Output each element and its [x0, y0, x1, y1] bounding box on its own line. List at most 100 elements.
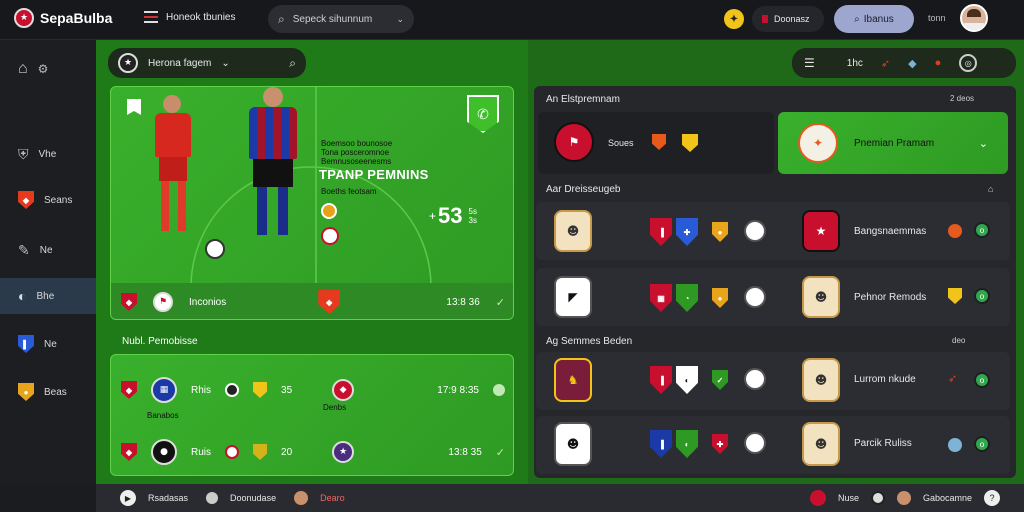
team-name: Ruis [191, 446, 212, 458]
primary-button[interactable]: ⌕ Ibanus [834, 5, 914, 33]
hero-subtitle-line: Boemsoo bounosoe [321, 139, 393, 148]
section-title: Aar Dreisseugeb [546, 184, 621, 195]
list-item[interactable]: ◆ ▦ Rhis 35 ◆ 17:9 8:35 [121, 373, 505, 407]
ball-icon [225, 383, 240, 397]
sidebar-item-ne-2[interactable]: ▌ Ne [0, 326, 96, 362]
hero-subtitle: Boemsoo bounosoe Tona posceromnoe Bemnus… [321, 139, 451, 166]
club-crest-icon: ★ [118, 53, 138, 73]
shield-icon [682, 134, 698, 152]
diamond-icon[interactable]: ◆ [908, 57, 916, 70]
nav-label: Honeok tbunies [166, 11, 236, 23]
club-crest-icon: ☻ [802, 276, 840, 318]
bottom-item[interactable]: Nuse [838, 493, 859, 503]
section-left-card[interactable]: ◆ ▦ Rhis 35 ◆ 17:9 8:35 Banabos Denbs ◆ … [110, 354, 514, 476]
ball-icon [205, 239, 225, 259]
shield-icon: ▐ [650, 430, 672, 458]
check-icon: ✓ [495, 446, 505, 459]
featured-item[interactable]: ✦ Pnemian Pramam ⌄ [778, 112, 1008, 174]
hero-card[interactable]: Boemsoo bounosoe Tona posceromnoe Bemnus… [110, 86, 514, 320]
app-logo[interactable]: ★ SepaBulba [14, 8, 112, 28]
help-icon[interactable]: ? [984, 490, 1000, 506]
coin-icon[interactable]: ✦ [724, 9, 744, 29]
hero-footer: ◆ ⚑ Inconios ◆ 13:8 36 ✓ [111, 283, 513, 319]
avatar[interactable] [960, 4, 988, 32]
target-icon[interactable]: ◎ [959, 54, 978, 72]
badge-icon [744, 432, 766, 454]
section-title: An Elstpremnam [546, 94, 620, 105]
account-label: Doonasz [774, 14, 810, 24]
app-name: SepaBulba [40, 10, 113, 26]
list-item[interactable]: ☻ ▐ ◐ ✚ ☻ Parcik Ruliss o [536, 416, 1010, 474]
section-title: Ag Semmes Beden [546, 336, 633, 347]
top-bar: ★ SepaBulba Honeok tbunies ⌕ Sepeck sihu… [0, 0, 1024, 40]
sidebar-item-beas[interactable]: ● Beas [0, 374, 96, 410]
list-icon[interactable]: ☰ [804, 56, 815, 70]
shield-icon: ▐ [650, 218, 672, 246]
match-time: 13:8 35 [448, 446, 482, 458]
league-selector[interactable]: ★ Herona fagem ⌄ ⌕ [108, 48, 306, 78]
list-item[interactable]: ⚑ Soues [538, 112, 774, 174]
collapse-icon[interactable]: ⌂ [988, 184, 993, 194]
club-crest-icon: ✦ [798, 123, 838, 163]
shield-icon: ▦ [650, 284, 672, 312]
sidebar-item-seans[interactable]: ◆ Seans [0, 182, 96, 218]
check-icon: ✓ [495, 296, 505, 309]
score-prefix: + [429, 209, 437, 223]
score-suffix: 5s 3s [468, 207, 477, 225]
ok-icon: o [974, 222, 990, 238]
shield-icon: ◆ [18, 191, 34, 209]
search-bar[interactable]: ⌕ Sepeck sihunnum ⌄ [268, 5, 414, 33]
nav-menu[interactable]: Honeok tbunies [144, 11, 236, 23]
sidebar-item-vhe[interactable]: ⛨ Vhe [0, 136, 96, 172]
bottom-item[interactable]: Rsadasas [148, 493, 188, 503]
pin-icon[interactable]: ➶ [881, 57, 890, 70]
club-crest-icon: ● [151, 439, 177, 465]
shield-icon: ✚ [712, 434, 728, 454]
alert-icon[interactable] [809, 490, 826, 506]
list-item[interactable]: ♞ ▐ ◐ ✓ ☻ Lurrom nkude ➶ o [536, 352, 1010, 410]
bottom-item[interactable]: Gabocamne [923, 493, 972, 503]
hero-score: + 53 5s 3s [429, 203, 477, 229]
sidebar-home[interactable]: ⌂ ⚙ [18, 60, 48, 78]
list-item[interactable]: ◤ ▦ ◔ ● ☻ Pehnor Remods o [536, 268, 1010, 326]
shield-icon [253, 444, 268, 460]
badge-icon [744, 220, 766, 242]
ball-icon: ◐ [18, 288, 27, 304]
featured-label: Pnemian Pramam [854, 137, 935, 149]
team-subname: Denbs [323, 403, 347, 412]
bottom-bar: ▶ Rsadasas Doonudase Dearo Nuse Gabocamn… [96, 484, 1024, 512]
account-chip[interactable]: Doonasz [752, 6, 824, 32]
player-blue [231, 87, 321, 263]
player-red [139, 95, 219, 265]
shield-icon: ✚ [676, 218, 698, 246]
list-item[interactable]: ☻ ▐ ✚ ● ★ Bangsnaemmas o [536, 202, 1010, 260]
hero-subtitle-line: Tona posceromnoe [321, 148, 390, 157]
badge-icon [744, 286, 766, 308]
shield-icon [652, 134, 666, 150]
search-icon[interactable]: ⌕ [289, 56, 296, 71]
sidebar-item-bhe[interactable]: ◐ Bhe [0, 278, 96, 314]
club-crest-icon: ☻ [802, 422, 840, 466]
hero-title: TPANP PEMNINS [319, 167, 429, 182]
user-label: tonn [928, 13, 946, 23]
sidebar-item-label: Vhe [38, 148, 57, 160]
shield-icon: ◆ [121, 443, 137, 461]
sidebar-item-label: Ne [44, 338, 57, 350]
bottom-item[interactable]: Doonudase [230, 493, 276, 503]
chevron-down-icon: ⌄ [221, 57, 230, 69]
sidebar-item-label: Ne [39, 244, 53, 256]
shield-icon: ◐ [676, 430, 698, 458]
home-icon: ⌂ [18, 60, 28, 77]
bottom-item[interactable]: Dearo [320, 493, 345, 503]
row-label: Bangsnaemmas [854, 226, 927, 237]
list-item[interactable]: ◆ ● Ruis 20 ★ 13:8 35 ✓ [121, 435, 505, 469]
section-count: deo [952, 336, 966, 345]
play-icon[interactable]: ▶ [120, 490, 136, 506]
shield-icon: ▐ [650, 366, 672, 394]
sidebar-item-ne[interactable]: ✎ Ne [0, 232, 96, 268]
badge-icon [321, 203, 337, 219]
settings-icon[interactable]: ⚙ [38, 62, 49, 76]
shield-icon: ◐ [676, 366, 698, 394]
section-left-title: Nubl. Pemobisse [122, 336, 198, 347]
alert-icon[interactable]: ● [935, 57, 942, 69]
